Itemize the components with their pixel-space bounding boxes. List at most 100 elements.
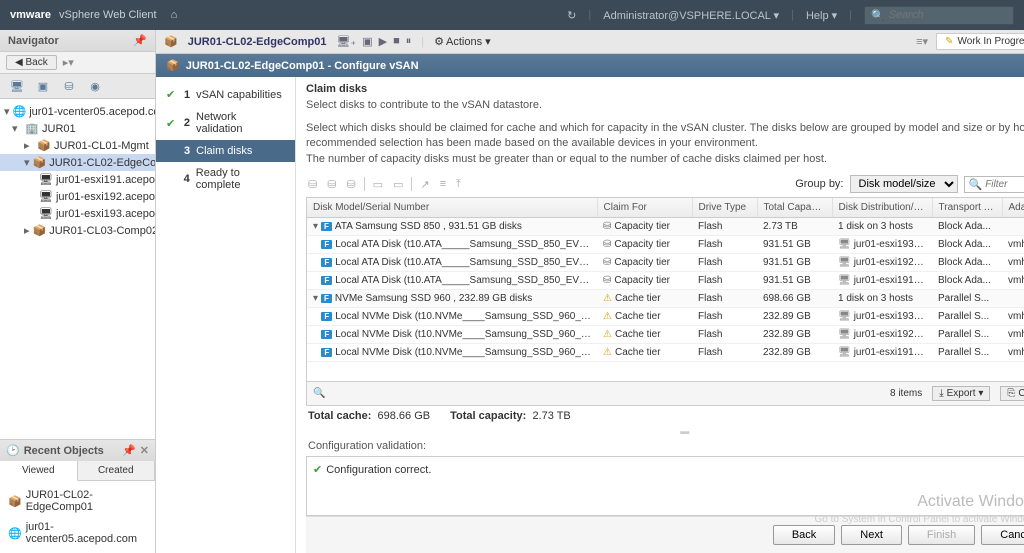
collapse-icon[interactable]: ⤒ [454,178,463,191]
top-bar: vmware vSphere Web Client ⌂ ↻ | Administ… [0,0,1024,30]
user-menu[interactable]: Administrator@VSPHERE.LOCAL ▾ [603,9,779,22]
pin-icon[interactable]: 📌 [133,34,147,47]
work-in-progress[interactable]: ✎Work In Progress [936,33,1024,50]
list-icon[interactable]: ≡ [438,178,448,190]
tab-created[interactable]: Created [78,461,156,480]
pin-icon[interactable]: 📌 [122,444,136,457]
wizard-steps: ✔1vSAN capabilities ✔2Network validation… [156,77,296,553]
recent-item[interactable]: 📦JUR01-CL02-EdgeComp01 [4,485,151,517]
claim-cache-icon[interactable]: ⛁ [306,178,319,191]
hosts-view-icon[interactable]: 🖥 [8,78,26,94]
section-heading: Claim disks [306,83,1024,95]
check-icon: ✔ [313,464,322,476]
tree-host-191[interactable]: 🖥jur01-esxi191.acepod.... [0,171,155,188]
filter-input[interactable] [985,179,1024,190]
flash-icon[interactable]: ▭ [391,178,405,191]
global-search[interactable]: 🔍 [864,6,1014,25]
col-adapter[interactable]: Adapter [1002,198,1024,218]
network-view-icon[interactable]: ◉ [86,78,104,94]
inventory-tree: ▾🌐jur01-vcenter05.acepod.com ▾🏢JUR01 ▸📦J… [0,99,155,439]
tree-host-192[interactable]: 🖥jur01-esxi192.acepod.... [0,188,155,205]
wizard-content: Claim disks Select disks to contribute t… [296,77,1024,553]
col-model[interactable]: Disk Model/Serial Number [307,198,597,218]
export-button[interactable]: ⤓Export ▾ [932,386,990,401]
alarm-icon[interactable]: ≡▾ [916,35,928,48]
table-row[interactable]: FLocal ATA Disk (t10.ATA_____Samsung_SSD… [307,272,1024,290]
history-dropdown[interactable]: ▸▾ [63,56,74,69]
recent-item[interactable]: 🌐jur01-vcenter05.acepod.com [4,517,151,549]
hdd-icon[interactable]: ▭ [371,178,385,191]
back-button[interactable]: Back [773,525,835,545]
table-row[interactable]: FLocal NVMe Disk (t10.NVMe____Samsung_SS… [307,308,1024,326]
cluster-icon: 📦 [164,35,178,48]
power-off-icon[interactable]: ■ [393,35,400,48]
table-row[interactable]: ▾FNVMe Samsung SSD 960 , 232.89 GB disks… [307,290,1024,308]
recent-objects-panel: 🕑 Recent Objects 📌 ✕ Viewed Created 📦JUR… [0,439,155,553]
navigator-panel: Navigator 📌 ◀ Back ▸▾ 🖥 ▣ ⛁ ◉ ▾🌐jur01-vc… [0,30,156,553]
search-icon: 🔍 [871,9,885,22]
tree-datacenter[interactable]: ▾🏢JUR01 [0,120,155,137]
copy-button[interactable]: ⎘Copy ▾ [1000,386,1024,401]
col-distribution[interactable]: Disk Distribution/Host [832,198,932,218]
validation-box: ✔Configuration correct. [306,456,1024,516]
totals-row: Total cache: 698.66 GB Total capacity: 2… [306,406,1024,426]
step-ready-complete[interactable]: 4Ready to complete [156,162,295,196]
search-input[interactable] [889,9,999,21]
cluster-title: JUR01-CL02-EdgeComp01 [188,36,327,48]
table-row[interactable]: FLocal NVMe Disk (t10.NVMe____Samsung_SS… [307,326,1024,344]
section-subheading: Select disks to contribute to the vSAN d… [306,99,1024,111]
tree-vcenter[interactable]: ▾🌐jur01-vcenter05.acepod.com [0,103,155,120]
clock-icon: 🕑 [6,444,20,457]
power-on-icon[interactable]: ▶ [379,35,387,48]
new-vm-icon[interactable]: ▣ [362,35,372,48]
gear-icon: ⚙ [434,35,444,48]
finish-button: Finish [908,525,975,545]
vms-view-icon[interactable]: ▣ [34,78,52,94]
step-claim-disks[interactable]: 3Claim disks [156,140,295,162]
group-by-label: Group by: [795,178,843,190]
search-icon: 🔍 [969,178,983,191]
suspend-icon[interactable]: ⏸ [406,35,412,48]
tree-cluster-comp[interactable]: ▸📦JUR01-CL03-Comp02 [0,222,155,239]
add-host-icon[interactable]: 🖥₊ [336,35,356,48]
table-row[interactable]: FLocal ATA Disk (t10.ATA_____Samsung_SSD… [307,236,1024,254]
filter-box[interactable]: 🔍 ▾ [964,176,1024,193]
cancel-button[interactable]: Cancel [981,525,1024,545]
col-capacity[interactable]: Total Capacity [757,198,832,218]
group-by-select[interactable]: Disk model/size [850,175,958,193]
refresh-icon[interactable]: ↻ [567,9,576,22]
storage-view-icon[interactable]: ⛁ [60,78,78,94]
navigator-title: Navigator [8,35,59,47]
tree-cluster-mgmt[interactable]: ▸📦JUR01-CL01-Mgmt [0,137,155,154]
table-row[interactable]: ▾FATA Samsung SSD 850 , 931.51 GB disks⛁… [307,218,1024,236]
tab-viewed[interactable]: Viewed [0,461,78,481]
table-row[interactable]: FLocal NVMe Disk (t10.NVMe____Samsung_SS… [307,344,1024,362]
recent-title: Recent Objects [24,445,104,457]
step-vsan-capabilities[interactable]: ✔1vSAN capabilities [156,83,295,106]
col-transport[interactable]: Transport Type [932,198,1002,218]
step-network-validation[interactable]: ✔2Network validation [156,106,295,140]
find-icon[interactable]: 🔍 [313,388,325,399]
content-area: 📦 JUR01-CL02-EdgeComp01 🖥₊ ▣ ▶ ■ ⏸ | ⚙ A… [156,30,1024,553]
claim-capacity-icon[interactable]: ⛁ [325,178,338,191]
tree-cluster-edge[interactable]: ▾📦JUR01-CL02-EdgeComp... [0,154,155,171]
table-footer: 🔍 8 items ⤓Export ▾ ⎘Copy ▾ [306,382,1024,406]
disk-table: Disk Model/Serial Number Claim For Drive… [306,197,1024,382]
wizard-title-bar: 📦 JUR01-CL02-EdgeComp01 - Configure vSAN [156,54,1024,77]
item-count: 8 items [890,388,922,399]
unclaim-icon[interactable]: ⛁ [344,178,357,191]
actions-menu[interactable]: ⚙ Actions ▾ [434,35,491,48]
close-icon[interactable]: ✕ [140,444,149,457]
cluster-icon: 📦 [166,59,180,72]
help-menu[interactable]: Help ▾ [806,9,837,22]
table-row[interactable]: FLocal ATA Disk (t10.ATA_____Samsung_SSD… [307,254,1024,272]
home-icon[interactable]: ⌂ [171,9,178,21]
back-button[interactable]: ◀ Back [6,55,57,70]
tree-host-193[interactable]: 🖥jur01-esxi193.acepod.... [0,205,155,222]
col-drive[interactable]: Drive Type [692,198,757,218]
col-claim[interactable]: Claim For [597,198,692,218]
reset-icon[interactable]: ↗ [418,178,431,191]
validation-title: Configuration validation: [306,436,1024,456]
vmware-logo: vmware [10,9,51,21]
next-button[interactable]: Next [841,525,902,545]
